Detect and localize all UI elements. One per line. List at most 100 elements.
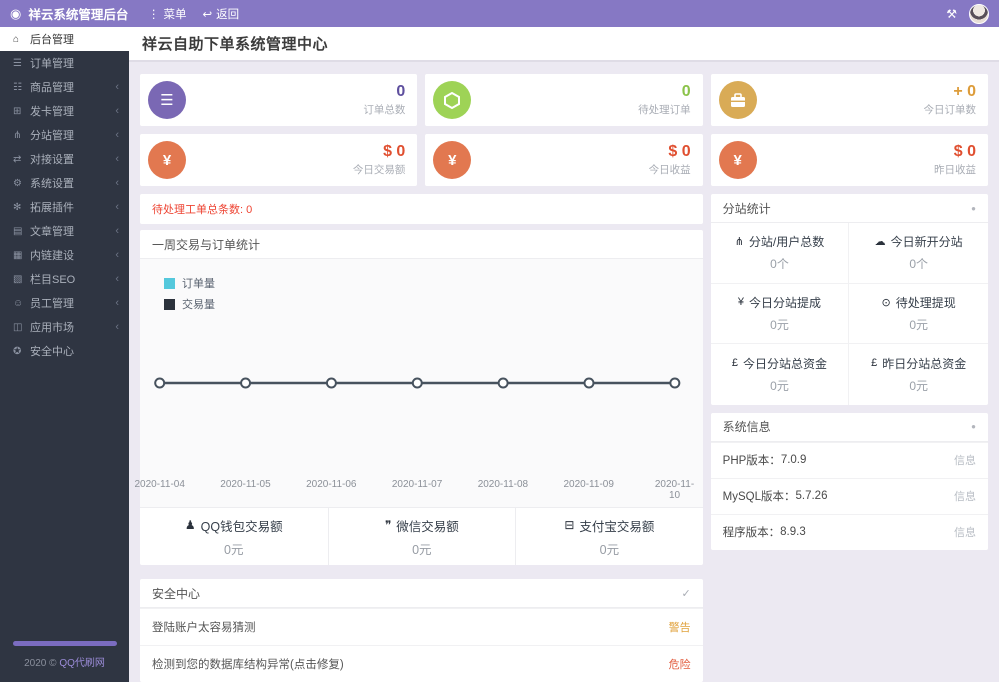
dot-icon: ●: [971, 203, 976, 213]
notice-text: 待处理工单总条数:: [152, 204, 244, 216]
chart-marker[interactable]: [154, 377, 166, 389]
system-info-value: 7.0.9: [780, 454, 807, 466]
menu-icon: ⋮: [148, 8, 160, 21]
link-icon: ▦: [13, 249, 23, 261]
sidebar-item-staff[interactable]: ☺ 员工管理 ‹: [0, 291, 129, 315]
list-ol-icon: ☰: [148, 81, 186, 119]
sidebar-item-label: 分站管理: [30, 130, 74, 142]
chart-marker[interactable]: [325, 377, 337, 389]
stat-label: 今日收益: [648, 164, 691, 176]
shield-icon: ✪: [13, 345, 22, 357]
stat-value: 0: [681, 83, 691, 100]
title-bar: 祥云自助下单系统管理中心: [129, 27, 999, 62]
stat-card-pending-orders: 0 待处理订单: [425, 74, 703, 126]
sidebar-item-products[interactable]: ☷ 商品管理 ‹: [0, 75, 129, 99]
back-label: 返回: [216, 8, 240, 21]
system-info-value: 5.7.26: [795, 490, 828, 502]
page-title: 祥云自助下单系统管理中心: [142, 36, 329, 53]
security-issue-text[interactable]: 检测到您的数据库结构异常(点击修复): [152, 656, 344, 672]
chart-xlabels: 2020-11-04 2020-11-05 2020-11-06 2020-11-07…: [134, 479, 703, 505]
system-info-label: 程序版本：: [722, 527, 781, 539]
sitemap-icon: ⋔: [13, 129, 22, 141]
copyright-text: 2020 ©: [24, 658, 57, 669]
sidebar-item-security-center[interactable]: ✪ 安全中心: [0, 339, 129, 363]
sidebar-item-label: 后台管理: [30, 34, 74, 46]
alipay-icon: ⊟: [564, 518, 575, 532]
stat-card-today-volume: ¥ $ 0 今日交易额: [140, 134, 418, 186]
yen-icon: ¥: [718, 141, 757, 179]
avatar[interactable]: [969, 3, 989, 24]
sidebar-item-label: 对接设置: [30, 154, 74, 166]
security-status-badge[interactable]: 警告: [669, 619, 691, 635]
brand[interactable]: ◉ 祥云系统管理后台: [10, 4, 130, 23]
branch-cell-withdrawals: ⊙ 待处理提现 0元: [849, 284, 988, 344]
sidebar-item-orders[interactable]: ☰ 订单管理: [0, 51, 129, 75]
chevron-left-icon: ‹: [115, 273, 119, 285]
stat-value: $ 0: [953, 143, 976, 160]
sidebar-item-app-market[interactable]: ◫ 应用市场 ‹: [0, 315, 129, 339]
chart-marker[interactable]: [240, 377, 252, 389]
dot-icon: ●: [971, 422, 976, 431]
sidebar-item-label: 栏目SEO: [30, 274, 76, 286]
yen-icon: ¥: [737, 296, 745, 309]
chevron-left-icon: ‹: [115, 177, 119, 189]
weekly-chart-panel: 一周交易与订单统计 订单量 交易量 2020-11-04 2020-11-05 …: [134, 230, 703, 565]
branch-stats-panel: 分站统计 ● ⋔ 分站/用户总数 0个 ☁ 今日新开分站 0个 ¥ 今日分站提成…: [710, 194, 988, 405]
sidebar-item-system-settings[interactable]: ⚙ 系统设置 ‹: [0, 171, 129, 195]
chart-marker[interactable]: [669, 377, 681, 389]
x-axis-label: 2020-11-10: [654, 479, 695, 501]
sidebar-item-label: 员工管理: [30, 298, 74, 310]
pending-tickets-notice: 待处理工单总条数: 0: [140, 194, 703, 224]
chart-marker[interactable]: [583, 377, 595, 389]
sidebar-item-docking[interactable]: ⇄ 对接设置 ‹: [0, 147, 129, 171]
hexagon-icon: [433, 81, 472, 119]
chart-legend: 订单量 交易量: [164, 275, 215, 317]
sidebar-item-cards[interactable]: ⊞ 发卡管理 ‹: [0, 99, 129, 123]
sidebar-item-label: 文章管理: [30, 226, 74, 238]
sidebar-item-internal-links[interactable]: ▦ 内链建设 ‹: [0, 243, 129, 267]
chart-marker[interactable]: [411, 377, 423, 389]
system-info-label: PHP版本：: [722, 455, 781, 467]
chart-marker[interactable]: [497, 377, 509, 389]
system-info-label: MySQL版本：: [722, 491, 796, 503]
system-panel-title: 系统信息: [722, 420, 771, 434]
footer-link[interactable]: QQ代刷网: [59, 658, 105, 669]
system-info-panel: 系统信息 ● PHP版本： 7.0.9 信息 MySQL版本： 5.7.26 信…: [710, 412, 988, 550]
legend-label: 交易量: [182, 299, 215, 311]
weekly-chart: 订单量 交易量 2020-11-04 2020-11-05 2020-11-06 20…: [134, 259, 703, 507]
sidebar-item-dashboard[interactable]: ⌂ 后台管理: [0, 27, 129, 51]
legend-item-volume[interactable]: 交易量: [164, 296, 215, 312]
security-status-badge[interactable]: 危险: [669, 656, 691, 672]
sidebar-item-branches[interactable]: ⋔ 分站管理 ‹: [0, 123, 129, 147]
yen-icon: ¥: [433, 141, 472, 179]
app-logo-icon: ◉: [10, 6, 22, 21]
chart-plot: [140, 259, 703, 507]
home-icon: ⌂: [13, 33, 20, 45]
stat-card-yesterday-income: ¥ $ 0 昨日收益: [710, 134, 988, 186]
system-info-row: MySQL版本： 5.7.26 信息: [710, 477, 988, 514]
stat-value: $ 0: [668, 143, 691, 160]
legend-item-orders[interactable]: 订单量: [164, 275, 215, 291]
article-icon: ▤: [13, 225, 23, 237]
cart-icon: ☷: [13, 81, 22, 93]
wrench-icon[interactable]: ⚒: [946, 7, 957, 21]
sidebar-item-articles[interactable]: ▤ 文章管理 ‹: [0, 219, 129, 243]
legend-swatch: [164, 277, 175, 289]
sidebar-item-label: 系统设置: [30, 178, 74, 190]
sidebar-item-seo[interactable]: ▧ 栏目SEO ‹: [0, 267, 129, 291]
sidebar-scrollbar[interactable]: [12, 641, 117, 646]
stat-value: + 0: [953, 83, 976, 100]
back-button[interactable]: ↩ 返回: [203, 6, 240, 22]
qq-icon: ♟: [184, 518, 196, 532]
chevron-left-icon: ‹: [115, 105, 119, 117]
briefcase-icon: [718, 81, 757, 119]
pound-icon: £: [871, 357, 878, 370]
sidebar-item-label: 内链建设: [30, 250, 74, 262]
sidebar-item-plugins[interactable]: ✻ 拓展插件 ‹: [0, 195, 129, 219]
chevron-left-icon: ‹: [115, 153, 119, 165]
menu-toggle[interactable]: ⋮ 菜单: [148, 6, 187, 22]
sidebar-item-label: 订单管理: [30, 58, 74, 70]
security-panel: 安全中心 ✓ 登陆账户太容易猜测 警告 检测到您的数据库结构异常(点击修复) 危…: [140, 579, 703, 682]
branch-cell-label: 待处理提现: [895, 295, 956, 310]
payment-qq: ♟ QQ钱包交易额 0元: [140, 508, 328, 565]
